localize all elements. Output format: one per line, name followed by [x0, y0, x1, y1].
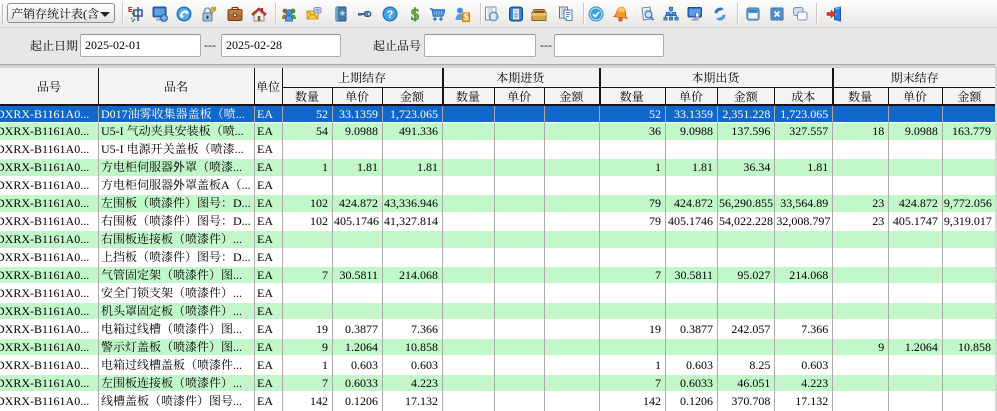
svg-text:$: $ [411, 6, 420, 22]
svg-text:$: $ [464, 12, 469, 22]
svg-text:?: ? [387, 9, 394, 21]
